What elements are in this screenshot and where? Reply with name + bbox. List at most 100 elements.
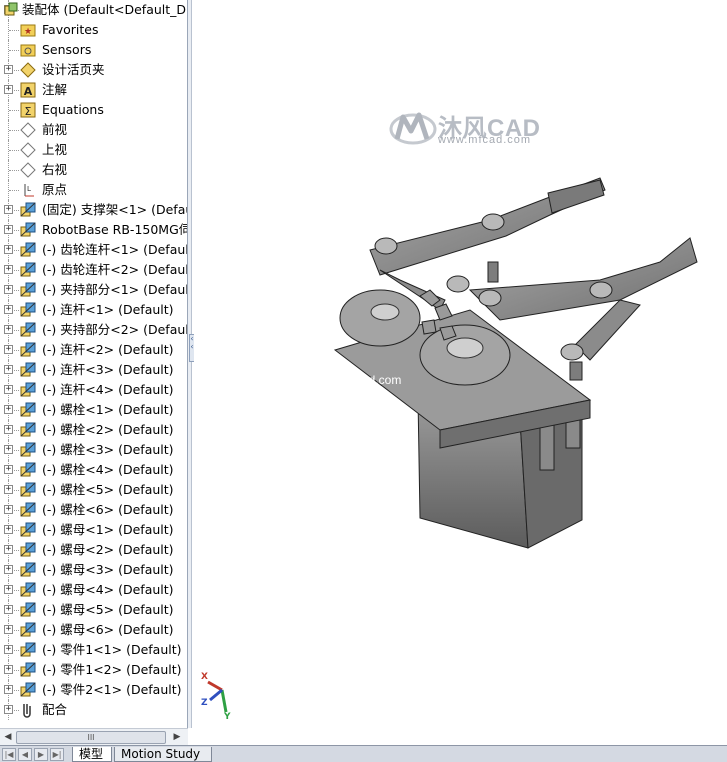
expand-icon[interactable]: + — [4, 565, 13, 574]
expand-icon[interactable]: + — [4, 465, 13, 474]
expand-icon[interactable]: + — [4, 525, 13, 534]
tree-item-label: (-) 螺栓<1> (Default) — [42, 402, 174, 417]
part-icon — [20, 502, 36, 518]
tree-item[interactable]: + (-) 齿轮连杆<2> (Default) — [0, 260, 187, 280]
tree-item[interactable]: + 设计活页夹 — [0, 60, 187, 80]
tree-item[interactable]: + (-) 螺栓<1> (Default) — [0, 400, 187, 420]
tree-item[interactable]: Sensors — [0, 40, 187, 60]
tree-item[interactable]: 上视 — [0, 140, 187, 160]
expand-icon[interactable]: + — [4, 205, 13, 214]
tree-item[interactable]: + (-) 夹持部分<1> (Default) — [0, 280, 187, 300]
tree-item[interactable]: ★ Favorites — [0, 20, 187, 40]
tree-item[interactable]: + (-) 螺栓<6> (Default) — [0, 500, 187, 520]
bottom-tab-strip: |◀ ◀ ▶ ▶| 模型 Motion Study 1 — [0, 745, 727, 762]
tree-item[interactable]: + (-) 螺母<3> (Default) — [0, 560, 187, 580]
tab-motion-study-1[interactable]: Motion Study 1 — [114, 747, 212, 762]
expand-icon[interactable]: + — [4, 305, 13, 314]
part-icon — [20, 582, 36, 598]
scroll-thumb[interactable]: III — [16, 731, 166, 744]
panel-splitter[interactable] — [188, 0, 192, 728]
tree-item[interactable]: + (-) 夹持部分<2> (Default) — [0, 320, 187, 340]
expand-icon[interactable]: + — [4, 605, 13, 614]
part-icon — [20, 562, 36, 578]
expand-icon[interactable]: + — [4, 65, 13, 74]
tree-item[interactable]: 前视 — [0, 120, 187, 140]
expand-icon[interactable]: + — [4, 445, 13, 454]
expand-icon[interactable]: + — [4, 225, 13, 234]
tree-item[interactable]: + (-) 连杆<4> (Default) — [0, 380, 187, 400]
expand-icon[interactable]: + — [4, 685, 13, 694]
last-tab-icon[interactable]: ▶| — [50, 748, 64, 761]
svg-text:A: A — [24, 85, 33, 98]
tree-item[interactable]: 右视 — [0, 160, 187, 180]
part-icon — [20, 222, 36, 238]
expand-icon[interactable]: + — [4, 345, 13, 354]
part-icon — [20, 282, 36, 298]
expand-icon[interactable]: + — [4, 85, 13, 94]
tree-item[interactable]: + (-) 螺母<1> (Default) — [0, 520, 187, 540]
graphics-viewport[interactable]: 沐风CAD www.mfcad.com www.mfcad.com X Z Y — [194, 0, 727, 745]
scroll-left-icon[interactable]: ◀ — [1, 731, 15, 744]
favorites-icon: ★ — [20, 22, 36, 38]
tree-item[interactable]: + (-) 连杆<3> (Default) — [0, 360, 187, 380]
tree-item[interactable]: -装配体 (Default<Default_Dis — [0, 0, 187, 20]
tree-item-label: (-) 连杆<3> (Default) — [42, 362, 174, 377]
next-tab-icon[interactable]: ▶ — [34, 748, 48, 761]
tree-item[interactable]: + (-) 零件1<1> (Default) — [0, 640, 187, 660]
tree-connector — [9, 170, 19, 171]
prev-tab-icon[interactable]: ◀ — [18, 748, 32, 761]
tree-item[interactable]: + (-) 连杆<2> (Default) — [0, 340, 187, 360]
expand-icon[interactable]: + — [4, 325, 13, 334]
part-icon — [20, 402, 36, 418]
triad-x-label: X — [201, 672, 208, 682]
tree-item[interactable]: + 配合 — [0, 700, 187, 720]
scroll-right-icon[interactable]: ▶ — [170, 731, 184, 744]
expand-icon[interactable]: + — [4, 545, 13, 554]
tab-model[interactable]: 模型 — [72, 747, 112, 762]
tree-item-label: 右视 — [42, 162, 68, 177]
triad-y-label: Y — [224, 712, 231, 722]
part-icon — [20, 342, 36, 358]
tree-item[interactable]: Σ Equations — [0, 100, 187, 120]
tree-item[interactable]: + RobotBase RB-150MG伺 — [0, 220, 187, 240]
expand-icon[interactable]: + — [4, 705, 13, 714]
first-tab-icon[interactable]: |◀ — [2, 748, 16, 761]
tree-item[interactable]: + (-) 连杆<1> (Default) — [0, 300, 187, 320]
annotations-icon: A — [20, 82, 36, 98]
tree-item[interactable]: + (-) 螺栓<5> (Default) — [0, 480, 187, 500]
expand-icon[interactable]: + — [4, 645, 13, 654]
tree-item[interactable]: + (-) 螺母<4> (Default) — [0, 580, 187, 600]
tree-item[interactable]: + (-) 零件2<1> (Default) — [0, 680, 187, 700]
expand-icon[interactable]: + — [4, 285, 13, 294]
tree-item[interactable]: L 原点 — [0, 180, 187, 200]
tree-item[interactable]: + A 注解 — [0, 80, 187, 100]
expand-icon[interactable]: + — [4, 585, 13, 594]
tree-item-label: 配合 — [42, 702, 68, 717]
tree-item[interactable]: + (-) 螺栓<4> (Default) — [0, 460, 187, 480]
expand-icon[interactable]: + — [4, 245, 13, 254]
tree-item-label: Sensors — [42, 42, 92, 57]
svg-text:Σ: Σ — [25, 105, 32, 118]
expand-icon[interactable]: + — [4, 485, 13, 494]
tree-item-label: (固定) 支撑架<1> (Default — [42, 202, 188, 217]
expand-icon[interactable]: + — [4, 265, 13, 274]
plane-icon — [20, 122, 36, 138]
tree-item[interactable]: + (-) 螺母<6> (Default) — [0, 620, 187, 640]
expand-icon[interactable]: + — [4, 505, 13, 514]
sensors-icon — [20, 42, 36, 58]
tree-item[interactable]: + (-) 齿轮连杆<1> (Default) — [0, 240, 187, 260]
expand-icon[interactable]: + — [4, 405, 13, 414]
expand-icon[interactable]: + — [4, 665, 13, 674]
feature-manager-tree[interactable]: -装配体 (Default<Default_Dis ★ Favorites Senso… — [0, 0, 188, 728]
tree-item[interactable]: + (-) 螺母<2> (Default) — [0, 540, 187, 560]
expand-icon[interactable]: + — [4, 385, 13, 394]
tree-item[interactable]: + (-) 螺栓<2> (Default) — [0, 420, 187, 440]
expand-icon[interactable]: + — [4, 425, 13, 434]
tree-item[interactable]: + (-) 螺母<5> (Default) — [0, 600, 187, 620]
tree-item[interactable]: + (-) 螺栓<3> (Default) — [0, 440, 187, 460]
expand-icon[interactable]: + — [4, 365, 13, 374]
tree-item[interactable]: + (固定) 支撑架<1> (Default — [0, 200, 188, 220]
tree-item[interactable]: + (-) 零件1<2> (Default) — [0, 660, 187, 680]
expand-icon[interactable]: + — [4, 625, 13, 634]
tree-horizontal-scrollbar[interactable]: ◀ III ▶ — [0, 728, 188, 745]
